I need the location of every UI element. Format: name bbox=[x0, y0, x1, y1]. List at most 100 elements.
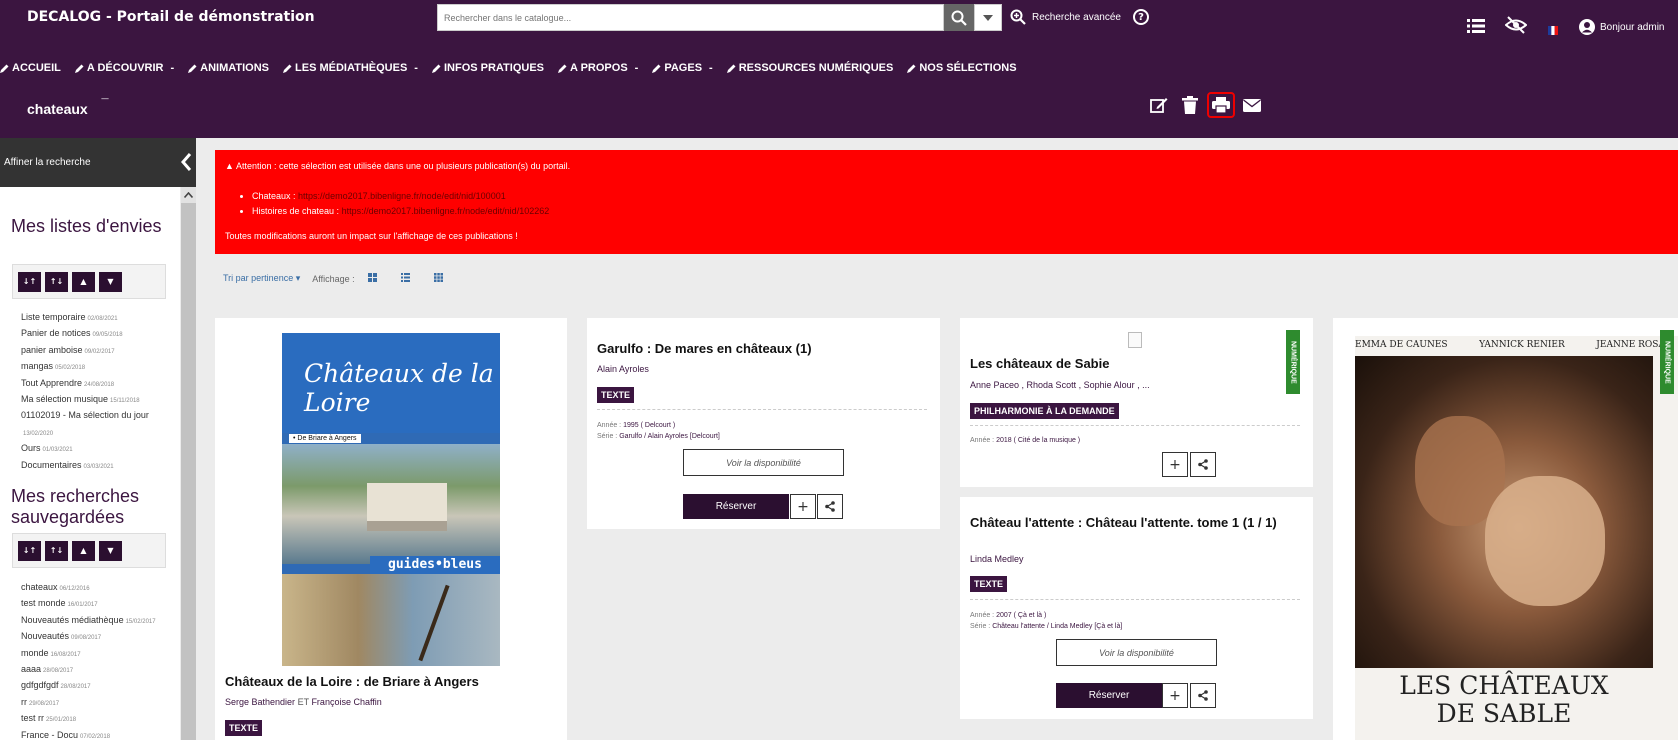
reserve-button[interactable]: Réserver bbox=[683, 494, 789, 519]
sidebar-list-item[interactable]: Liste temporaire 02/08/2021 bbox=[21, 309, 149, 325]
warning-alert: ▲ Attention : cette sélection est utilis… bbox=[215, 150, 1678, 254]
sidebar-list-item[interactable]: aaaa 28/08/2017 bbox=[21, 661, 156, 677]
chevron-left-icon[interactable] bbox=[180, 152, 192, 175]
add-button[interactable]: + bbox=[1162, 452, 1188, 477]
type-badge[interactable]: PHILHARMONIE À LA DEMANDE bbox=[970, 403, 1119, 419]
grid-view-icon[interactable] bbox=[367, 273, 377, 284]
reserve-button[interactable]: Réserver bbox=[1056, 683, 1162, 708]
alert-link-item: Histoires de chateau : https://demo2017.… bbox=[252, 204, 549, 219]
user-menu[interactable]: Bonjour admin bbox=[1579, 19, 1664, 35]
result-title[interactable]: Château l'attente : Château l'attente. t… bbox=[970, 514, 1305, 531]
eye-slash-icon[interactable] bbox=[1504, 16, 1528, 38]
mosaic-view-icon[interactable] bbox=[433, 273, 443, 284]
move-up-button[interactable]: ▲ bbox=[72, 271, 95, 292]
sidebar-list-item[interactable]: Ours 01/03/2021 bbox=[21, 440, 149, 456]
type-badge[interactable]: TEXTE bbox=[970, 576, 1008, 592]
sidebar-list-item[interactable]: 13/02/2020 bbox=[21, 424, 149, 440]
availability-button[interactable]: Voir la disponibilité bbox=[1056, 639, 1217, 666]
author-link[interactable]: Serge Bathendier bbox=[225, 697, 295, 707]
move-down-button[interactable]: ▼ bbox=[99, 271, 122, 292]
sidebar-list-item[interactable]: test rr 25/01/2018 bbox=[21, 710, 156, 726]
type-badge[interactable]: TEXTE bbox=[225, 720, 263, 736]
refine-search-header[interactable]: Affiner la recherche bbox=[0, 138, 196, 187]
sidebar-list-item[interactable]: test monde 16/01/2017 bbox=[21, 595, 156, 611]
result-title[interactable]: Châteaux de la Loire : de Briare à Anger… bbox=[225, 673, 555, 690]
add-button[interactable]: + bbox=[790, 494, 816, 519]
sidebar-scrollbar-thumb[interactable] bbox=[181, 203, 196, 740]
result-card[interactable]: NUMÉRIQUE Les châteaux de Sabie Anne Pac… bbox=[960, 318, 1313, 487]
sidebar-list-item[interactable]: panier amboise 09/02/2017 bbox=[21, 342, 149, 358]
result-card[interactable]: EMMA DE CAUNES YANNICK RENIER JEANNE ROS… bbox=[1333, 318, 1678, 740]
result-card[interactable]: Châteaux de la Loire • De Briare à Anger… bbox=[215, 318, 567, 740]
sidebar-list-item[interactable]: mangas 05/02/2018 bbox=[21, 358, 149, 374]
search-options-button[interactable] bbox=[974, 4, 1002, 31]
move-down-button[interactable]: ▼ bbox=[99, 540, 122, 561]
alert-title: ▲ Attention : cette sélection est utilis… bbox=[225, 161, 570, 171]
add-button[interactable]: + bbox=[1162, 683, 1188, 708]
list-icon[interactable] bbox=[1467, 18, 1485, 37]
result-authors[interactable]: Anne Paceo , Rhoda Scott , Sophie Alour … bbox=[970, 380, 1150, 390]
result-title[interactable]: Les châteaux de Sabie bbox=[970, 355, 1109, 372]
nav-item[interactable]: ANIMATIONS bbox=[188, 62, 269, 74]
type-badge[interactable]: TEXTE bbox=[597, 387, 635, 403]
alert-link[interactable]: https://demo2017.bibenligne.fr/node/edit… bbox=[298, 191, 506, 201]
print-button[interactable] bbox=[1207, 92, 1235, 118]
site-title[interactable]: DECALOG - Portail de démonstration bbox=[27, 9, 315, 25]
nav-item[interactable]: ACCUEIL bbox=[0, 62, 61, 74]
sidebar-list-item[interactable]: 01102019 - Ma sélection du jour bbox=[21, 407, 149, 423]
item-name: Liste temporaire bbox=[21, 312, 86, 322]
help-icon[interactable]: ? bbox=[1133, 9, 1149, 25]
sort-asc-button[interactable]: ↑↓ bbox=[45, 271, 68, 292]
nav-item[interactable]: INFOS PRATIQUES bbox=[431, 62, 544, 74]
alert-link-item: Chateaux : https://demo2017.bibenligne.f… bbox=[252, 189, 549, 204]
delete-button[interactable] bbox=[1176, 92, 1204, 118]
sidebar-list-item[interactable]: Tout Apprendre 24/08/2018 bbox=[21, 375, 149, 391]
movie-poster[interactable]: EMMA DE CAUNES YANNICK RENIER JEANNE ROS… bbox=[1355, 336, 1678, 740]
move-up-button[interactable]: ▲ bbox=[72, 540, 95, 561]
nav-item[interactable]: A DÉCOUVRIR - bbox=[74, 62, 174, 74]
sidebar-list-item[interactable]: Nouveautés médiathèque 15/02/2017 bbox=[21, 612, 156, 628]
sidebar-list-item[interactable]: Panier de notices 09/05/2018 bbox=[21, 325, 149, 341]
sidebar-list-item[interactable]: monde 16/08/2017 bbox=[21, 645, 156, 661]
author-link[interactable]: Linda Medley bbox=[970, 554, 1024, 564]
sidebar-list-item[interactable]: Nouveautés 09/08/2017 bbox=[21, 628, 156, 644]
sort-dropdown[interactable]: Tri par pertinence ▾ bbox=[223, 273, 300, 284]
sidebar-list-item[interactable]: gdfgdfgdf 28/08/2017 bbox=[21, 677, 156, 693]
availability-button[interactable]: Voir la disponibilité bbox=[683, 449, 844, 476]
nav-item[interactable]: A PROPOS - bbox=[558, 62, 638, 74]
sort-desc-button[interactable]: ↓↑ bbox=[18, 271, 41, 292]
sort-asc-button[interactable]: ↑↓ bbox=[45, 540, 68, 561]
search-button[interactable] bbox=[944, 4, 974, 31]
sidebar-list-item[interactable]: Documentaires 03/03/2021 bbox=[21, 457, 149, 473]
author-link[interactable]: Françoise Chaffin bbox=[311, 697, 381, 707]
edit-button[interactable] bbox=[1145, 92, 1173, 118]
item-date: 02/08/2021 bbox=[87, 316, 118, 322]
sidebar-list-item[interactable]: chateaux 06/12/2016 bbox=[21, 579, 156, 595]
email-button[interactable] bbox=[1238, 92, 1266, 118]
alert-links: Chateaux : https://demo2017.bibenligne.f… bbox=[252, 189, 549, 219]
sidebar-list-item[interactable]: France - Docu 07/02/2018 bbox=[21, 727, 156, 740]
nav-item[interactable]: RESSOURCES NUMÉRIQUES bbox=[726, 62, 893, 74]
item-name: test monde bbox=[21, 598, 66, 609]
share-button[interactable] bbox=[1190, 452, 1216, 477]
result-title[interactable]: Garulfo : De mares en châteaux (1) bbox=[597, 340, 812, 357]
french-flag-icon[interactable] bbox=[1548, 20, 1558, 39]
nav-item[interactable]: PAGES - bbox=[652, 62, 713, 74]
book-cover[interactable]: Châteaux de la Loire • De Briare à Anger… bbox=[282, 333, 500, 666]
author-link[interactable]: Alain Ayroles bbox=[597, 364, 649, 374]
list-view-icon[interactable] bbox=[400, 273, 410, 284]
advanced-search-link[interactable]: Recherche avancée bbox=[1010, 9, 1121, 25]
alert-link[interactable]: https://demo2017.bibenligne.fr/node/edit… bbox=[342, 206, 550, 216]
sidebar-list-item[interactable]: rr 29/08/2017 bbox=[21, 694, 156, 710]
nav-item[interactable]: LES MÉDIATHÈQUES - bbox=[283, 62, 418, 74]
result-card[interactable]: Garulfo : De mares en châteaux (1) Alain… bbox=[587, 318, 940, 529]
search-input[interactable] bbox=[438, 5, 943, 30]
result-card[interactable]: Château l'attente : Château l'attente. t… bbox=[960, 497, 1313, 719]
item-date: 15/11/2018 bbox=[110, 397, 140, 404]
share-button[interactable] bbox=[817, 494, 843, 519]
scroll-up-icon[interactable] bbox=[181, 187, 196, 203]
nav-item[interactable]: NOS SÉLECTIONS bbox=[907, 62, 1017, 74]
sort-desc-button[interactable]: ↓↑ bbox=[18, 540, 41, 561]
sidebar-list-item[interactable]: Ma sélection musique 15/11/2018 bbox=[21, 391, 149, 407]
share-button[interactable] bbox=[1190, 683, 1216, 708]
